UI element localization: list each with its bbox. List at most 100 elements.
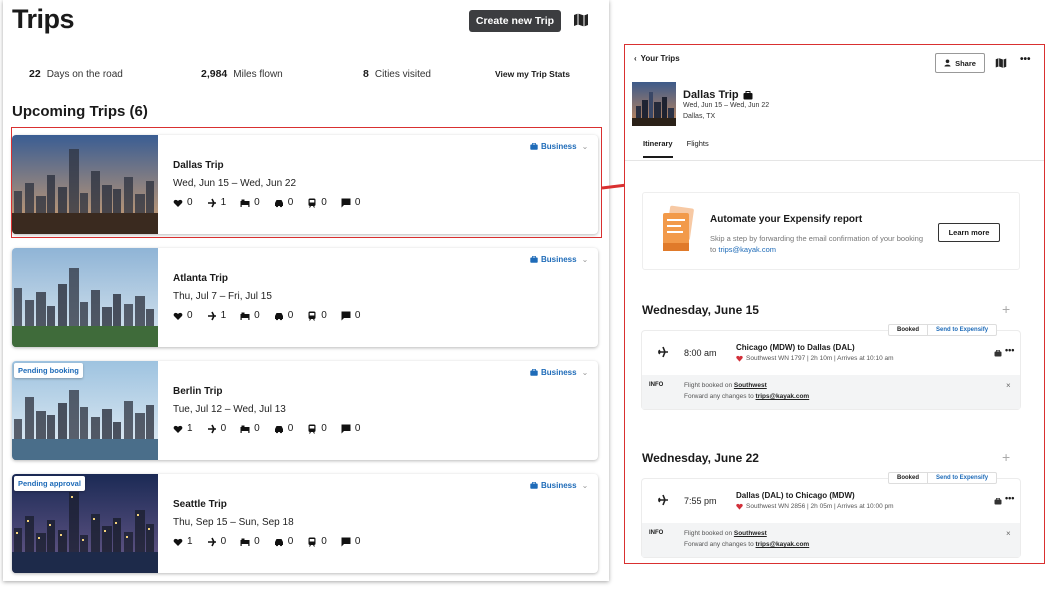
- airline-link[interactable]: Southwest: [734, 382, 767, 389]
- trip-type-dropdown[interactable]: Business ⌄: [530, 142, 588, 151]
- expensify-text: Skip a step by forwarding the email conf…: [710, 234, 924, 254]
- tabs-divider: [625, 160, 1044, 161]
- car-icon: [274, 199, 283, 207]
- count-airplane: 0: [207, 423, 226, 434]
- flight-segment[interactable]: Booked Send to Expensify 8:00 am Chicago…: [642, 324, 1020, 409]
- briefcase-icon: [530, 369, 538, 376]
- bed-icon: [240, 425, 250, 433]
- briefcase-icon: [530, 482, 538, 489]
- count-bed: 0: [240, 197, 260, 208]
- create-trip-button[interactable]: Create new Trip: [469, 10, 561, 32]
- trip-dates: Wed, Jun 15 – Wed, Jun 22: [683, 102, 770, 109]
- status-badge: Pending approval: [14, 476, 85, 491]
- trip-location: Dallas, TX: [683, 113, 716, 120]
- close-icon[interactable]: ×: [1006, 381, 1011, 390]
- luggage-icon: [994, 498, 1002, 505]
- segment-actions: Booked Send to Expensify: [888, 324, 998, 336]
- briefcase-icon: [530, 143, 538, 150]
- detail-tabs: Itinerary Flights: [643, 139, 709, 158]
- trip-card[interactable]: Pending approval Business ⌄ Seattle Trip…: [12, 474, 598, 573]
- more-options-icon[interactable]: •••: [1020, 54, 1031, 65]
- trip-counts: 0 1 0 0 0 0: [173, 310, 360, 321]
- email-link[interactable]: trips@kayak.com: [756, 393, 810, 400]
- trip-type-dropdown[interactable]: Business ⌄: [530, 481, 588, 490]
- add-item-icon[interactable]: +: [1002, 301, 1010, 317]
- count-airplane: 0: [207, 536, 226, 547]
- chevron-left-icon: ‹: [634, 54, 637, 63]
- count-airplane: 1: [207, 197, 226, 208]
- send-to-expensify-button[interactable]: Send to Expensify: [928, 325, 996, 335]
- close-icon[interactable]: ×: [1006, 529, 1011, 538]
- tab-itinerary[interactable]: Itinerary: [643, 139, 673, 158]
- comment-icon: [341, 311, 351, 320]
- airline-link[interactable]: Southwest: [734, 530, 767, 537]
- airplane-icon: [207, 198, 216, 207]
- airline-logo-icon: [736, 503, 743, 510]
- segment-info: INFO Flight booked on Southwest Forward …: [642, 375, 1020, 409]
- segment-more-icon[interactable]: •••: [1005, 493, 1014, 503]
- send-to-expensify-button[interactable]: Send to Expensify: [928, 473, 996, 483]
- chevron-down-icon: ⌄: [581, 368, 589, 377]
- trip-type-dropdown[interactable]: Business ⌄: [530, 255, 588, 264]
- trip-counts: 1 0 0 0 0 0: [173, 423, 360, 434]
- count-comment: 0: [341, 536, 360, 547]
- trip-name: Berlin Trip: [173, 386, 223, 397]
- count-heart: 1: [173, 536, 193, 547]
- email-link[interactable]: trips@kayak.com: [756, 541, 810, 548]
- expensify-email-link[interactable]: trips@kayak.com: [718, 245, 776, 254]
- map-icon[interactable]: [995, 57, 1007, 69]
- count-car: 0: [274, 423, 293, 434]
- train-icon: [308, 311, 316, 321]
- trip-dates: Wed, Jun 15 – Wed, Jun 22: [173, 178, 297, 189]
- count-car: 0: [274, 536, 293, 547]
- trip-dates: Thu, Jul 7 – Fri, Jul 15: [173, 291, 272, 302]
- briefcase-icon: [530, 256, 538, 263]
- person-add-icon: [944, 59, 951, 67]
- view-trip-stats-link[interactable]: View my Trip Stats: [495, 69, 570, 79]
- segment-info: INFO Flight booked on Southwest Forward …: [642, 523, 1020, 557]
- trip-card[interactable]: Business ⌄ Atlanta Trip Thu, Jul 7 – Fri…: [12, 248, 598, 347]
- chevron-down-icon: ⌄: [581, 142, 589, 151]
- trip-dates: Tue, Jul 12 – Wed, Jul 13: [173, 404, 286, 415]
- trip-name: Atlanta Trip: [173, 273, 229, 284]
- status-badge: Pending booking: [14, 363, 83, 378]
- add-item-icon[interactable]: +: [1002, 449, 1010, 465]
- airplane-icon: [207, 537, 216, 546]
- day-heading: Wednesday, June 15: [642, 303, 759, 317]
- learn-more-button[interactable]: Learn more: [938, 223, 1000, 242]
- train-icon: [308, 537, 316, 547]
- count-bed: 0: [240, 423, 260, 434]
- segment-actions: Booked Send to Expensify: [888, 472, 998, 484]
- page-title: Trips: [12, 4, 75, 34]
- car-icon: [274, 425, 283, 433]
- stat-days: 22 Days on the road: [29, 68, 123, 80]
- share-button[interactable]: Share: [935, 53, 985, 73]
- tab-flights[interactable]: Flights: [687, 139, 709, 158]
- back-to-trips-link[interactable]: ‹ Your Trips: [634, 54, 680, 63]
- day-heading: Wednesday, June 22: [642, 451, 759, 465]
- chevron-down-icon: ⌄: [581, 481, 589, 490]
- bed-icon: [240, 538, 250, 546]
- trip-title: Dallas Trip: [683, 89, 753, 101]
- flight-segment[interactable]: Booked Send to Expensify 7:55 pm Dallas …: [642, 472, 1020, 557]
- segment-more-icon[interactable]: •••: [1005, 345, 1014, 355]
- trip-card[interactable]: Pending booking Business ⌄ Berlin Trip T…: [12, 361, 598, 460]
- heart-icon: [173, 199, 183, 207]
- expensify-promo: Automate your Expensify report Skip a st…: [642, 192, 1020, 270]
- heart-icon: [173, 538, 183, 546]
- map-icon[interactable]: [573, 12, 589, 28]
- trip-card[interactable]: Business ⌄ Dallas Trip Wed, Jun 15 – Wed…: [12, 135, 598, 234]
- bed-icon: [240, 199, 250, 207]
- flight-details: Southwest WN 1797 | 2h 10m | Arrives at …: [736, 355, 894, 362]
- trip-thumbnail: [12, 135, 158, 234]
- trip-counts: 1 0 0 0 0 0: [173, 536, 360, 547]
- trip-type-dropdown[interactable]: Business ⌄: [530, 368, 588, 377]
- luggage-icon: [994, 350, 1002, 357]
- stat-cities: 8 Cities visited: [363, 68, 431, 80]
- comment-icon: [341, 424, 351, 433]
- count-train: 0: [307, 536, 327, 547]
- airplane-icon: [207, 311, 216, 320]
- trips-list-panel: Trips Create new Trip 22 Days on the road…: [3, 0, 609, 581]
- trip-name: Dallas Trip: [173, 160, 224, 171]
- train-icon: [308, 198, 316, 208]
